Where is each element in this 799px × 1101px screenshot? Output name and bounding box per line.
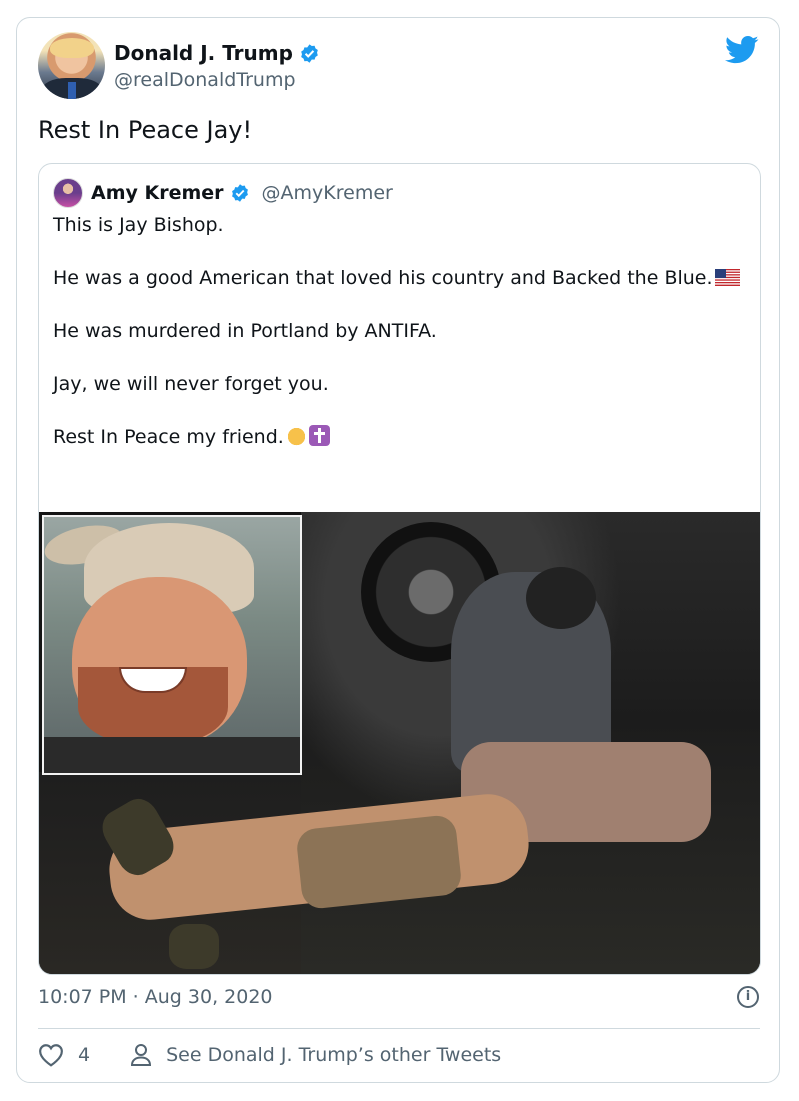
quoted-author-avatar[interactable] [53, 178, 83, 208]
quoted-paragraph: Jay, we will never forget you. [53, 373, 329, 395]
quoted-author-name[interactable]: Amy Kremer [91, 182, 224, 204]
quoted-paragraph: He was a good American that loved his co… [53, 265, 743, 292]
latin-cross-icon [308, 425, 330, 446]
like-count[interactable]: 4 [78, 1044, 90, 1066]
us-flag-icon [714, 269, 740, 286]
quoted-paragraph: This is Jay Bishop. [53, 214, 224, 236]
folded-hands-icon [285, 425, 307, 446]
person-icon[interactable] [130, 1043, 152, 1067]
tweet-timestamp[interactable]: 10:07 PM · Aug 30, 2020 [38, 986, 273, 1008]
other-tweets-link[interactable]: See Donald J. Trump’s other Tweets [166, 1044, 501, 1066]
quoted-paragraph: Rest In Peace my friend. [53, 424, 743, 451]
tweet-card: Donald J. Trump @realDonaldTrump Rest In… [16, 17, 780, 1083]
twitter-bird-icon[interactable] [725, 35, 759, 65]
divider [38, 1028, 760, 1029]
author-name-row[interactable]: Donald J. Trump [114, 41, 320, 65]
info-icon[interactable]: i [737, 986, 759, 1008]
author-handle[interactable]: @realDonaldTrump [114, 69, 296, 91]
tweet-actions: 4 See Donald J. Trump’s other Tweets [38, 1043, 501, 1067]
quoted-tweet-header: Amy Kremer @AmyKremer [53, 178, 393, 208]
quoted-author-handle[interactable]: @AmyKremer [262, 182, 393, 204]
verified-badge-icon [301, 43, 318, 63]
quoted-paragraph: He was murdered in Portland by ANTIFA. [53, 320, 437, 342]
quoted-tweet-photo[interactable] [39, 512, 760, 974]
author-display-name[interactable]: Donald J. Trump [114, 41, 293, 65]
inset-portrait-photo [42, 515, 302, 775]
verified-badge-icon [231, 184, 248, 202]
quoted-tweet[interactable]: Amy Kremer @AmyKremer This is Jay Bishop… [38, 163, 761, 975]
scene-photo [301, 512, 760, 974]
author-avatar[interactable] [38, 32, 105, 99]
heart-icon[interactable] [38, 1043, 64, 1067]
tweet-text: Rest In Peace Jay! [38, 116, 253, 144]
quoted-tweet-body: This is Jay Bishop. He was a good Americ… [53, 212, 743, 477]
